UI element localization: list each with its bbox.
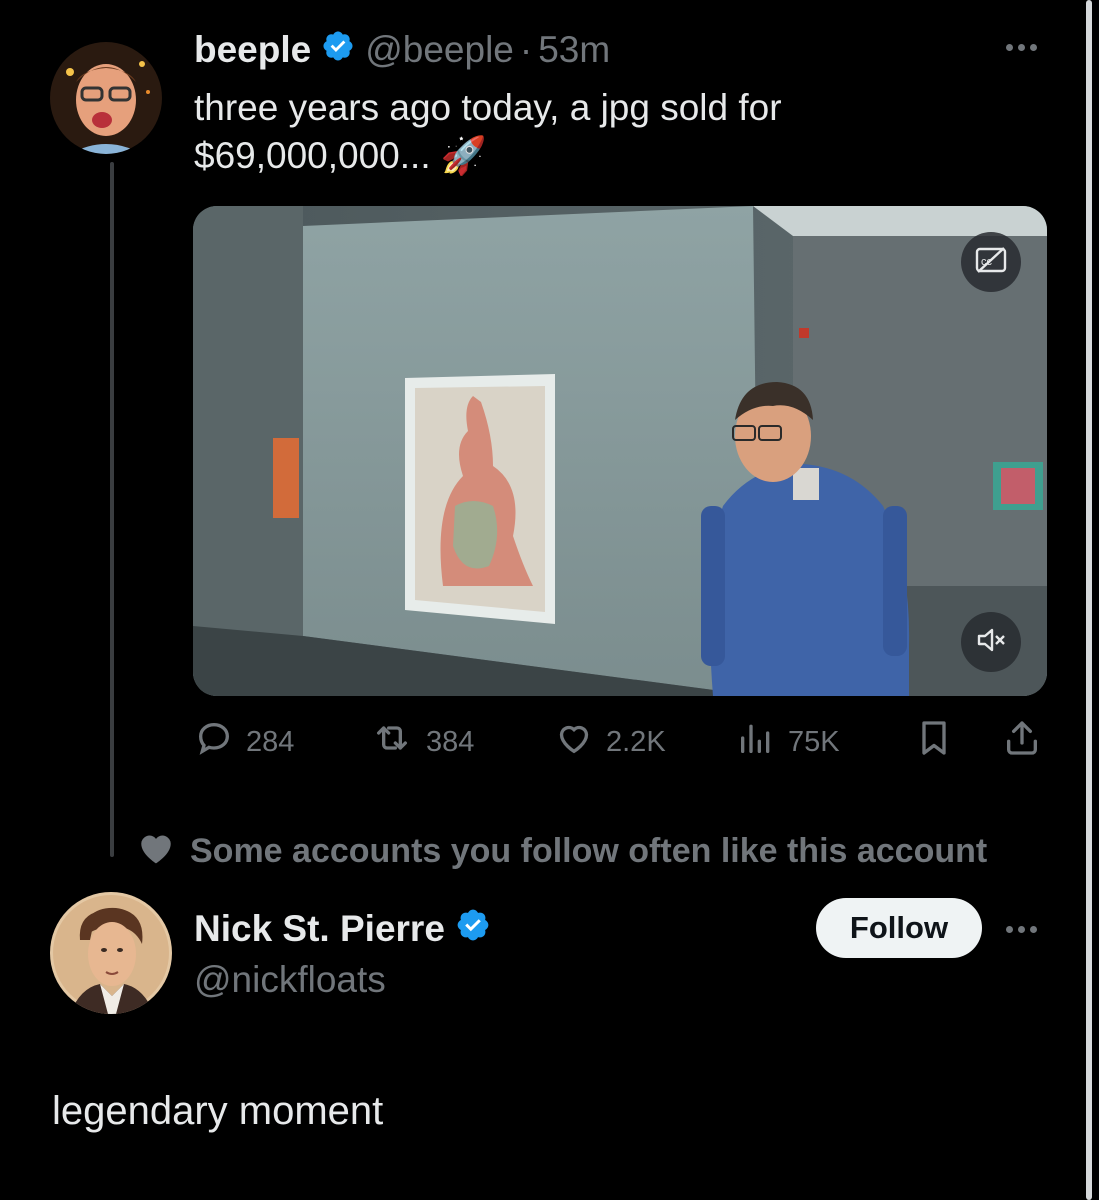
share-button[interactable] <box>1002 720 1042 764</box>
social-context-text: Some accounts you follow often like this… <box>190 831 988 870</box>
repost-count: 384 <box>426 725 475 758</box>
account-more-options-icon[interactable] <box>1006 926 1037 933</box>
like-count: 2.2K <box>606 725 666 758</box>
bookmark-button[interactable] <box>914 720 954 764</box>
suggested-account-handle[interactable]: @nickfloats <box>194 956 386 1004</box>
tweet-header: beeple @beeple · 53m <box>194 26 610 74</box>
captions-button[interactable]: cc <box>961 232 1021 292</box>
tweet-text-line-1: three years ago today, a jpg sold for <box>194 87 782 128</box>
verified-badge-icon <box>321 29 355 72</box>
author-name[interactable]: beeple <box>194 29 311 71</box>
video-frame <box>193 206 1047 696</box>
author-handle[interactable]: @beeple <box>365 29 514 71</box>
scrollbar[interactable] <box>1086 0 1092 1200</box>
heart-filled-icon <box>136 829 176 874</box>
header-separator: · <box>519 29 533 70</box>
tweet-time[interactable]: 53m <box>538 29 610 71</box>
reply-button[interactable]: 284 <box>194 720 294 764</box>
thread-line <box>110 162 114 857</box>
views-bar-chart-icon <box>736 718 776 766</box>
speaker-muted-icon <box>974 625 1008 660</box>
beeple-avatar[interactable] <box>50 42 162 154</box>
repost-icon <box>370 718 414 766</box>
follow-button[interactable]: Follow <box>816 898 982 958</box>
verified-badge-icon <box>455 907 491 952</box>
share-icon <box>1002 718 1042 766</box>
suggested-account-name-row: Nick St. Pierre <box>194 904 491 954</box>
tweet-text-line-2: $69,000,000... 🚀 <box>194 135 487 176</box>
views-count: 75K <box>788 725 840 758</box>
mute-button[interactable] <box>961 612 1021 672</box>
nick-avatar[interactable] <box>50 892 172 1014</box>
reply-text: legendary moment <box>52 1089 384 1133</box>
reply-icon <box>194 718 234 766</box>
social-context: Some accounts you follow often like this… <box>136 830 987 872</box>
tweet-text: three years ago today, a jpg sold for $6… <box>194 84 1014 180</box>
views-button[interactable]: 75K <box>736 720 840 764</box>
suggested-account-name[interactable]: Nick St. Pierre <box>194 908 445 950</box>
reply-count: 284 <box>246 725 295 758</box>
cc-icon: cc <box>974 245 1008 280</box>
like-button[interactable]: 2.2K <box>554 720 666 764</box>
repost-button[interactable]: 384 <box>370 720 474 764</box>
heart-icon <box>554 718 594 766</box>
bookmark-icon <box>914 718 954 766</box>
tweet-more-options-icon[interactable] <box>1006 44 1037 51</box>
tweet-video[interactable]: cc <box>193 206 1047 696</box>
